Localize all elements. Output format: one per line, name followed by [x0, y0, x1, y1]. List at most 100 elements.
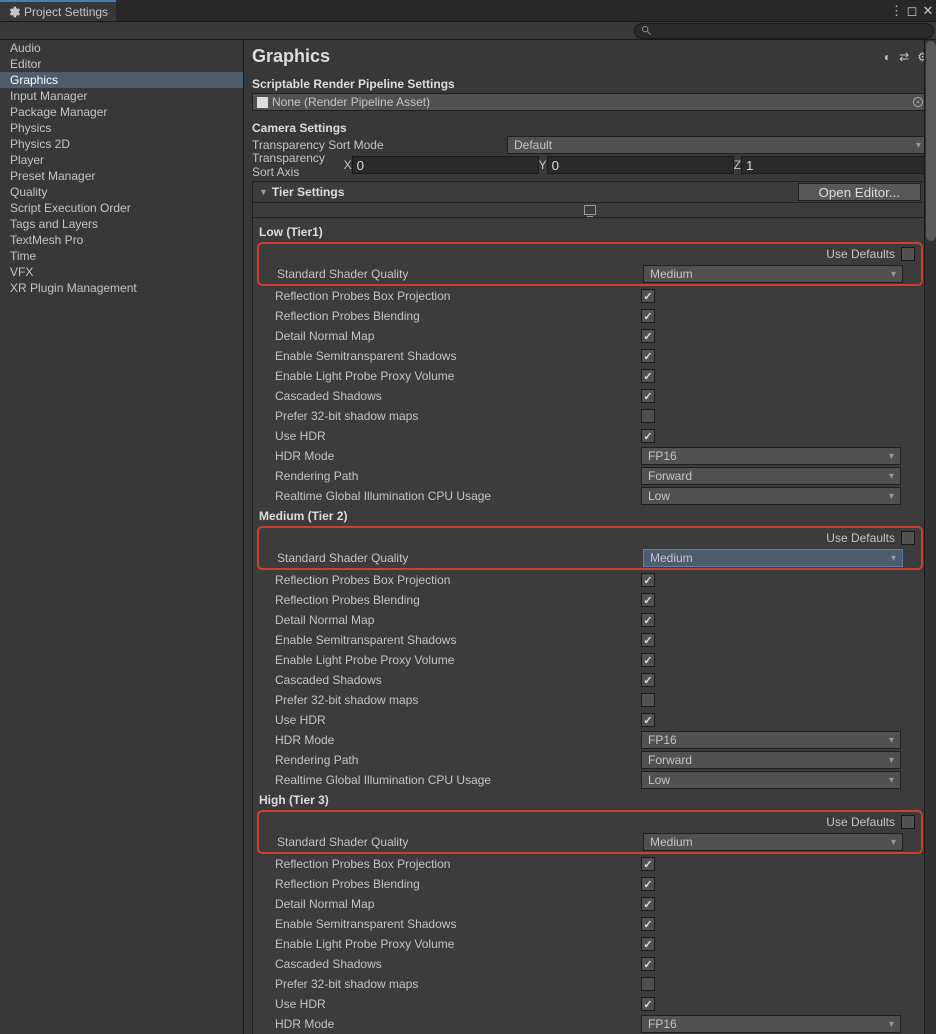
- rpbp-checkbox[interactable]: [641, 857, 655, 871]
- ssq-dropdown[interactable]: Medium: [643, 833, 903, 851]
- tier-name: High (Tier 3): [259, 790, 921, 810]
- page-title: Graphics: [252, 46, 884, 67]
- elppv-label: Enable Light Probe Proxy Volume: [275, 653, 641, 667]
- scrollbar[interactable]: [924, 40, 936, 1034]
- sidebar-item-audio[interactable]: Audio: [0, 40, 243, 56]
- foldout-icon[interactable]: ▼: [259, 187, 268, 197]
- use-defaults-checkbox[interactable]: [901, 531, 915, 545]
- sort-mode-dropdown[interactable]: Default: [507, 136, 928, 154]
- sidebar-item-physics-2d[interactable]: Physics 2D: [0, 136, 243, 152]
- rpb-checkbox[interactable]: [641, 593, 655, 607]
- rp-dropdown[interactable]: Forward: [641, 467, 901, 485]
- hdrm-label: HDR Mode: [275, 449, 641, 463]
- use-defaults-checkbox[interactable]: [901, 815, 915, 829]
- ess-label: Enable Semitransparent Shadows: [275, 917, 641, 931]
- rpb-label: Reflection Probes Blending: [275, 877, 641, 891]
- axis-z-input[interactable]: [741, 156, 928, 174]
- ess-checkbox[interactable]: [641, 349, 655, 363]
- dnm-checkbox[interactable]: [641, 897, 655, 911]
- axis-y-input[interactable]: [547, 156, 734, 174]
- sidebar-item-input-manager[interactable]: Input Manager: [0, 88, 243, 104]
- hdrm-label: HDR Mode: [275, 1017, 641, 1031]
- sidebar-item-vfx[interactable]: VFX: [0, 264, 243, 280]
- sidebar-item-preset-manager[interactable]: Preset Manager: [0, 168, 243, 184]
- srp-label: Scriptable Render Pipeline Settings: [244, 77, 936, 91]
- dnm-label: Detail Normal Map: [275, 897, 641, 911]
- rp-label: Rendering Path: [275, 753, 641, 767]
- hdr-checkbox[interactable]: [641, 429, 655, 443]
- search-input[interactable]: [634, 23, 934, 39]
- tier-settings-box: ▼ Tier Settings Open Editor... Low (Tier…: [252, 181, 928, 1034]
- p32-checkbox[interactable]: [641, 977, 655, 991]
- rp-label: Rendering Path: [275, 469, 641, 483]
- settings-icon[interactable]: ⇄: [899, 50, 909, 64]
- sidebar-item-player[interactable]: Player: [0, 152, 243, 168]
- elppv-checkbox[interactable]: [641, 653, 655, 667]
- rgi-label: Realtime Global Illumination CPU Usage: [275, 489, 641, 503]
- p32-checkbox[interactable]: [641, 693, 655, 707]
- object-picker-icon[interactable]: [913, 97, 923, 107]
- maximize-icon[interactable]: ◻: [906, 3, 918, 19]
- menu-icon[interactable]: ⋮: [890, 3, 902, 19]
- open-editor-button[interactable]: Open Editor...: [798, 183, 922, 201]
- rpbp-label: Reflection Probes Box Projection: [275, 573, 641, 587]
- monitor-icon: [584, 205, 596, 215]
- sidebar-item-textmesh-pro[interactable]: TextMesh Pro: [0, 232, 243, 248]
- camera-settings-label: Camera Settings: [244, 121, 936, 135]
- sort-axis-label: Transparency Sort Axis: [252, 151, 344, 179]
- elppv-checkbox[interactable]: [641, 369, 655, 383]
- tab-project-settings[interactable]: Project Settings: [0, 0, 116, 21]
- sidebar-item-editor[interactable]: Editor: [0, 56, 243, 72]
- hdr-checkbox[interactable]: [641, 713, 655, 727]
- tier-tabs[interactable]: [253, 202, 927, 218]
- rpb-label: Reflection Probes Blending: [275, 593, 641, 607]
- ssq-dropdown[interactable]: Medium: [643, 549, 903, 567]
- hdrm-dropdown[interactable]: FP16: [641, 1015, 901, 1033]
- use-defaults-label: Use Defaults: [826, 531, 895, 545]
- sidebar-item-time[interactable]: Time: [0, 248, 243, 264]
- sidebar-item-tags-and-layers[interactable]: Tags and Layers: [0, 216, 243, 232]
- axis-x-input[interactable]: [352, 156, 539, 174]
- elppv-checkbox[interactable]: [641, 937, 655, 951]
- hdr-label: Use HDR: [275, 713, 641, 727]
- srp-asset-field[interactable]: None (Render Pipeline Asset): [252, 93, 928, 111]
- cs-checkbox[interactable]: [641, 389, 655, 403]
- rgi-dropdown[interactable]: Low: [641, 771, 901, 789]
- sidebar-item-xr-plugin-management[interactable]: XR Plugin Management: [0, 280, 243, 296]
- sidebar-item-graphics[interactable]: Graphics: [0, 72, 243, 88]
- rpbp-checkbox[interactable]: [641, 289, 655, 303]
- sidebar-item-script-execution-order[interactable]: Script Execution Order: [0, 200, 243, 216]
- sort-mode-label: Transparency Sort Mode: [252, 138, 507, 152]
- gear-icon: [8, 6, 20, 18]
- p32-checkbox[interactable]: [641, 409, 655, 423]
- dnm-checkbox[interactable]: [641, 329, 655, 343]
- use-defaults-checkbox[interactable]: [901, 247, 915, 261]
- close-icon[interactable]: ✕: [922, 3, 934, 19]
- ess-checkbox[interactable]: [641, 917, 655, 931]
- help-icon[interactable]: ◐: [884, 50, 891, 64]
- sidebar-item-package-manager[interactable]: Package Manager: [0, 104, 243, 120]
- ssq-dropdown[interactable]: Medium: [643, 265, 903, 283]
- hdr-checkbox[interactable]: [641, 997, 655, 1011]
- ssq-label: Standard Shader Quality: [277, 267, 643, 281]
- hdrm-dropdown[interactable]: FP16: [641, 731, 901, 749]
- dnm-checkbox[interactable]: [641, 613, 655, 627]
- rpb-checkbox[interactable]: [641, 309, 655, 323]
- rp-dropdown[interactable]: Forward: [641, 751, 901, 769]
- sidebar-item-quality[interactable]: Quality: [0, 184, 243, 200]
- content: Graphics ◐ ⇄ ⚙ Scriptable Render Pipelin…: [244, 40, 936, 1034]
- ess-checkbox[interactable]: [641, 633, 655, 647]
- cs-checkbox[interactable]: [641, 673, 655, 687]
- cs-checkbox[interactable]: [641, 957, 655, 971]
- p32-label: Prefer 32-bit shadow maps: [275, 977, 641, 991]
- rpbp-checkbox[interactable]: [641, 573, 655, 587]
- rpb-checkbox[interactable]: [641, 877, 655, 891]
- ess-label: Enable Semitransparent Shadows: [275, 633, 641, 647]
- rgi-label: Realtime Global Illumination CPU Usage: [275, 773, 641, 787]
- rpbp-label: Reflection Probes Box Projection: [275, 289, 641, 303]
- p32-label: Prefer 32-bit shadow maps: [275, 409, 641, 423]
- hdrm-dropdown[interactable]: FP16: [641, 447, 901, 465]
- rgi-dropdown[interactable]: Low: [641, 487, 901, 505]
- hdrm-label: HDR Mode: [275, 733, 641, 747]
- sidebar-item-physics[interactable]: Physics: [0, 120, 243, 136]
